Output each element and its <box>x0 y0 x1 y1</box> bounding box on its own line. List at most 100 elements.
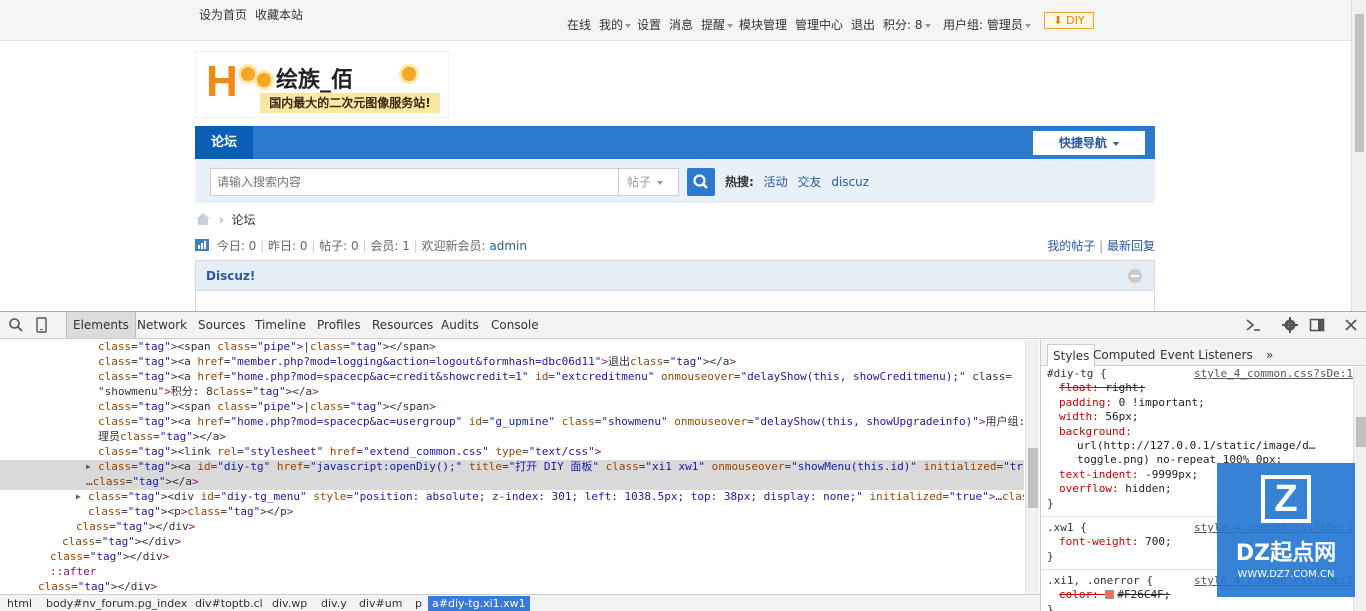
dom-node-line[interactable]: ▶ class="tag"><div id="diy-tg_menu" style… <box>0 490 1024 505</box>
hot-search-item[interactable]: 活动 <box>764 175 788 189</box>
usergroup-menu[interactable]: 用户组: 管理员 <box>943 16 1031 33</box>
css-value[interactable]: #F26C4F; <box>1117 588 1170 601</box>
dom-breadcrumb-item[interactable]: body#nv_forum.pg_index <box>42 596 191 611</box>
css-value[interactable]: 56px; <box>1105 410 1138 423</box>
forum-group-title[interactable]: Discuz! <box>196 261 1154 291</box>
css-property[interactable]: font-weight: <box>1059 535 1145 548</box>
dom-node-line[interactable]: 理员class="tag"></a> <box>0 430 1024 445</box>
admin-center-link[interactable]: 管理中心 <box>795 16 843 33</box>
css-declaration: float: right; <box>1041 381 1353 395</box>
set-home-link[interactable]: 设为首页 <box>199 6 247 23</box>
messages-link[interactable]: 消息 <box>669 16 693 33</box>
dom-breadcrumb-item[interactable]: div#um <box>355 596 406 611</box>
expand-triangle-icon[interactable]: ▶ <box>86 460 91 475</box>
tab-computed[interactable]: Computed <box>1088 344 1160 366</box>
search-icon[interactable] <box>8 317 24 333</box>
home-icon[interactable] <box>195 212 211 226</box>
chart-icon <box>195 239 209 251</box>
bookmark-link[interactable]: 收藏本站 <box>255 6 303 23</box>
dom-breadcrumb-item[interactable]: div.wp <box>268 596 311 611</box>
dom-node-line[interactable]: ::after <box>0 565 1024 580</box>
expand-triangle-icon[interactable]: ▶ <box>76 490 81 505</box>
dom-node-line[interactable]: class="tag"><p>class="tag"></p> <box>0 505 1024 520</box>
tab-profiles[interactable]: Profiles <box>311 312 367 338</box>
css-value[interactable]: url(http://127.0.0.1/static/image/d… <box>1077 439 1315 452</box>
dom-breadcrumb-item[interactable]: a#diy-tg.xi1.xw1 <box>428 596 530 611</box>
collapse-icon[interactable] <box>1128 269 1142 283</box>
device-mode-icon[interactable] <box>34 317 50 333</box>
dom-node-line[interactable]: class="tag"><link rel="stylesheet" href=… <box>0 445 1024 460</box>
search-type-select[interactable]: 帖子 <box>619 168 679 196</box>
css-property[interactable]: padding: <box>1059 396 1119 409</box>
dom-tree: class="tag"><span class="pipe">|class="t… <box>0 340 1024 602</box>
dom-node-line[interactable]: class="tag"><span class="pipe">|class="t… <box>0 340 1024 355</box>
my-posts-link[interactable]: 我的帖子 <box>1047 239 1095 253</box>
dom-node-line[interactable]: class="tag"><span class="pipe">|class="t… <box>0 400 1024 415</box>
css-declaration: url(http://127.0.0.1/static/image/d… <box>1041 439 1353 453</box>
dom-node-line[interactable]: class="tag"></div> <box>0 535 1024 550</box>
hot-search-item[interactable]: discuz <box>831 175 869 189</box>
online-link[interactable]: 在线 <box>567 16 591 33</box>
css-property[interactable]: text-indent: <box>1059 468 1145 481</box>
tab-sources[interactable]: Sources <box>192 312 251 338</box>
dom-node-line[interactable]: …class="tag"></a> <box>0 475 1024 490</box>
dom-node-line[interactable]: class="tag"></div> <box>0 520 1024 535</box>
dom-breadcrumb-item[interactable]: div.y <box>317 596 351 611</box>
dom-node-line[interactable]: "showmenu">积分: 8class="tag"></a> <box>0 385 1024 400</box>
css-value[interactable]: 700; <box>1145 535 1172 548</box>
dom-scrollbar[interactable] <box>1025 340 1039 602</box>
new-member-link[interactable]: admin <box>489 239 527 253</box>
css-property[interactable]: color: <box>1059 588 1105 601</box>
dom-breadcrumb-item[interactable]: div#toptb.cl <box>191 596 267 611</box>
search-button[interactable] <box>687 168 715 196</box>
page-scrollbar[interactable] <box>1351 0 1366 311</box>
tab-event-listeners[interactable]: Event Listeners <box>1155 344 1258 366</box>
logo-brand: 绘族_佰 <box>276 68 354 93</box>
color-swatch-icon[interactable] <box>1105 590 1115 600</box>
close-icon[interactable] <box>1343 317 1359 333</box>
quick-nav-button[interactable]: 快捷导航 <box>1033 131 1145 155</box>
dom-node-line[interactable]: class="tag"></div> <box>0 550 1024 565</box>
module-manage-link[interactable]: 模块管理 <box>739 16 787 33</box>
css-value[interactable]: right; <box>1105 381 1145 394</box>
dom-scroll-thumb[interactable] <box>1028 448 1038 508</box>
dom-node-line[interactable]: class="tag"></div> <box>0 580 1024 595</box>
more-tabs-icon[interactable]: » <box>1261 344 1278 366</box>
page-scroll-thumb[interactable] <box>1355 14 1364 152</box>
css-source-link[interactable]: style_4_common.css?sDe:1 <box>1194 367 1353 381</box>
console-drawer-icon[interactable] <box>1245 317 1261 333</box>
logout-link[interactable]: 退出 <box>851 16 875 33</box>
dom-node-line[interactable]: ▶ class="tag"><a id="diy-tg" href="javasc… <box>0 460 1024 475</box>
dom-node-line[interactable]: class="tag"><a href="member.php?mod=logg… <box>0 355 1024 370</box>
credits-menu[interactable]: 积分: 8 <box>883 16 931 33</box>
dom-breadcrumb-item[interactable]: html <box>3 596 36 611</box>
nav-item-forum[interactable]: 论坛 <box>195 126 253 159</box>
hot-search-item[interactable]: 交友 <box>797 175 821 189</box>
site-logo[interactable]: H 绘族_佰 国内最大的二次元图像服务站! <box>195 51 449 118</box>
css-property[interactable]: float: <box>1059 381 1105 394</box>
search-input[interactable] <box>210 168 619 196</box>
settings-link[interactable]: 设置 <box>637 16 661 33</box>
tab-network[interactable]: Network <box>131 312 193 338</box>
latest-replies-link[interactable]: 最新回复 <box>1107 239 1155 253</box>
css-value[interactable]: 0 !important; <box>1119 396 1205 409</box>
tab-audits[interactable]: Audits <box>435 312 485 338</box>
css-property[interactable]: overflow: <box>1059 482 1125 495</box>
tab-console[interactable]: Console <box>485 312 545 338</box>
reminders-menu[interactable]: 提醒 <box>701 16 734 33</box>
dom-node-line[interactable]: class="tag"><a href="home.php?mod=spacec… <box>0 370 1024 385</box>
dom-node-line[interactable]: class="tag"><a href="home.php?mod=spacec… <box>0 415 1024 430</box>
my-menu[interactable]: 我的 <box>599 16 632 33</box>
diy-button[interactable]: ⬇ DIY <box>1044 12 1094 29</box>
tab-elements[interactable]: Elements <box>66 312 136 338</box>
styles-scroll-thumb[interactable] <box>1356 417 1366 447</box>
tab-resources[interactable]: Resources <box>366 312 439 338</box>
css-property[interactable]: width: <box>1059 410 1105 423</box>
css-property[interactable]: background: <box>1059 425 1132 438</box>
gear-icon[interactable] <box>1282 317 1298 333</box>
dom-breadcrumb-item[interactable]: p <box>411 596 426 611</box>
css-value[interactable]: -9999px; <box>1145 468 1198 481</box>
css-value[interactable]: hidden; <box>1125 482 1171 495</box>
dock-side-icon[interactable] <box>1309 317 1325 333</box>
tab-timeline[interactable]: Timeline <box>249 312 312 338</box>
